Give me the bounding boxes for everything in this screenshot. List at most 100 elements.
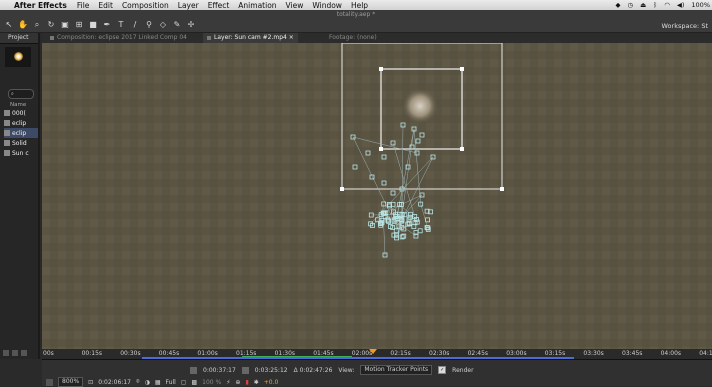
rotate-tool-icon[interactable]: ↻ xyxy=(46,19,56,30)
ruler-tick-label: 00:45s xyxy=(159,350,179,357)
list-item[interactable]: Sun c xyxy=(4,148,38,158)
ruler-tick-label: 01:30s xyxy=(275,350,295,357)
ruler-tick-label: 02:30s xyxy=(429,350,449,357)
cached-frames-bar xyxy=(242,356,352,357)
view-label: View: xyxy=(338,367,354,374)
snapshot-icon[interactable]: ⌾ xyxy=(136,378,140,386)
selection-tool-icon[interactable]: ↖ xyxy=(4,19,14,30)
folder-icon xyxy=(4,110,10,116)
ruler-tick-label: 01:45s xyxy=(313,350,333,357)
workspace-value[interactable]: St xyxy=(701,22,708,30)
volume-icon[interactable]: ◀) xyxy=(677,1,685,9)
brush-tool-icon[interactable]: / xyxy=(130,19,140,30)
out-point[interactable]: 0:03:25:12 xyxy=(255,367,288,374)
tab-footage[interactable]: Footage: (none) xyxy=(325,33,381,43)
channel-rgb-icon[interactable]: ▮ xyxy=(245,379,248,386)
render-checkbox[interactable]: ✓ xyxy=(438,366,446,374)
clock-icon[interactable]: ◷ xyxy=(627,1,633,9)
ruler-tick-label: 04:15s xyxy=(699,350,712,357)
project-panel: Project ⌕ Name 000( eclip eclip Solid Su… xyxy=(0,33,40,359)
viewer-footer: 0:00:37:17 0:03:25:12 Δ 0:02:47:26 View:… xyxy=(42,359,712,386)
puppet-tool-icon[interactable]: ✢ xyxy=(186,19,196,30)
menu-file[interactable]: File xyxy=(77,1,90,10)
in-point[interactable]: 0:00:37:17 xyxy=(203,367,236,374)
menu-bar: After Effects File Edit Composition Laye… xyxy=(0,0,712,10)
hand-tool-icon[interactable]: ✋ xyxy=(18,19,28,30)
eraser-tool-icon[interactable]: ◇ xyxy=(158,19,168,30)
new-folder-icon[interactable] xyxy=(12,350,18,356)
battery-status[interactable]: 100% xyxy=(691,1,710,9)
in-point-icon[interactable] xyxy=(190,367,197,374)
menu-effect[interactable]: Effect xyxy=(208,1,230,10)
ruler-tick-label: 01:15s xyxy=(236,350,256,357)
lock-icon[interactable] xyxy=(50,36,54,40)
ruler-tick-label: 01:00s xyxy=(197,350,217,357)
grid-icon[interactable]: ⊕ xyxy=(235,379,240,386)
app-menu[interactable]: After Effects xyxy=(14,1,67,10)
lock-icon[interactable] xyxy=(207,36,211,40)
comp-icon xyxy=(4,130,10,136)
menu-edit[interactable]: Edit xyxy=(98,1,113,10)
list-item[interactable]: 000( xyxy=(4,108,38,118)
menu-layer[interactable]: Layer xyxy=(178,1,199,10)
project-search-input[interactable]: ⌕ xyxy=(8,89,34,99)
pan-behind-tool-icon[interactable]: ⊞ xyxy=(74,19,84,30)
fast-preview-icon[interactable]: ⚡ xyxy=(226,379,230,386)
interpret-footage-icon[interactable] xyxy=(3,350,9,356)
ruler-tick-label: 03:45s xyxy=(622,350,642,357)
tab-label: Footage: (none) xyxy=(329,34,377,41)
exposure-icon[interactable]: ✱ xyxy=(254,379,259,386)
ruler-tick-label: 00:15s xyxy=(82,350,102,357)
new-comp-icon[interactable] xyxy=(21,350,27,356)
menu-window[interactable]: Window xyxy=(312,1,342,10)
project-tab[interactable]: Project xyxy=(0,33,38,44)
workspace-label: Workspace: xyxy=(662,22,700,30)
zoom-tool-icon[interactable]: ⌕ xyxy=(32,19,42,30)
menu-animation[interactable]: Animation xyxy=(238,1,276,10)
menu-help[interactable]: Help xyxy=(351,1,368,10)
color-channel-icon[interactable]: ▦ xyxy=(155,379,161,386)
tab-label: Layer: Sun cam #2.mp4 xyxy=(214,34,287,41)
rectangle-tool-icon[interactable]: ■ xyxy=(88,19,98,30)
current-time[interactable]: 0:02:06:17 xyxy=(98,379,131,386)
menu-composition[interactable]: Composition xyxy=(122,1,169,10)
toggle-panel-icon[interactable] xyxy=(46,379,53,386)
exposure-value[interactable]: +0.0 xyxy=(264,379,279,386)
footage-thumbnail xyxy=(5,47,31,67)
show-snapshot-icon[interactable]: ◑ xyxy=(145,379,150,386)
clone-stamp-tool-icon[interactable]: ⚲ xyxy=(144,19,154,30)
type-tool-icon[interactable]: T xyxy=(116,19,126,30)
tab-composition[interactable]: Composition: eclipse 2017 Linked Comp 04 xyxy=(46,33,191,43)
list-item-label: Solid xyxy=(12,140,27,147)
ruler-tick-label: 02:15s xyxy=(390,350,410,357)
time-ruler[interactable]: 00s00:15s00:30s00:45s01:00s01:15s01:30s0… xyxy=(42,349,712,359)
pen-tool-icon[interactable]: ✒ xyxy=(102,19,112,30)
menu-view[interactable]: View xyxy=(286,1,304,10)
region-of-interest-icon[interactable]: ▢ xyxy=(181,379,187,386)
wifi-icon[interactable]: ◠ xyxy=(664,1,670,9)
ruler-tick-label: 02:45s xyxy=(468,350,488,357)
footage-frame xyxy=(42,43,712,349)
out-point-icon[interactable] xyxy=(242,367,249,374)
workspace-selector[interactable]: Workspace: St xyxy=(662,22,708,30)
resolution-icon[interactable]: ⊡ xyxy=(88,379,93,386)
list-item[interactable]: eclip xyxy=(4,118,38,128)
quality-select[interactable]: Full xyxy=(166,379,176,386)
zoom-select[interactable]: 800% xyxy=(58,377,83,387)
bluetooth-icon[interactable]: ᛒ xyxy=(653,1,657,9)
opacity-value[interactable]: 100 % xyxy=(202,379,221,386)
dropbox-icon[interactable]: ◆ xyxy=(615,1,620,9)
layer-canvas[interactable] xyxy=(42,43,712,349)
transparency-grid-icon[interactable]: ▩ xyxy=(191,379,197,386)
eject-icon[interactable]: ⏏ xyxy=(640,1,646,9)
camera-tool-icon[interactable]: ▣ xyxy=(60,19,70,30)
ruler-tick-label: 03:00s xyxy=(506,350,526,357)
list-item-label: eclip xyxy=(12,130,26,137)
roto-brush-tool-icon[interactable]: ✎ xyxy=(172,19,182,30)
list-item[interactable]: eclip xyxy=(4,128,38,138)
list-item-label: eclip xyxy=(12,120,26,127)
tab-layer[interactable]: Layer: Sun cam #2.mp4 × xyxy=(203,33,298,43)
view-select[interactable]: Motion Tracker Points xyxy=(360,365,432,375)
sun-thumbnail-icon xyxy=(14,52,23,61)
list-item[interactable]: Solid xyxy=(4,138,38,148)
